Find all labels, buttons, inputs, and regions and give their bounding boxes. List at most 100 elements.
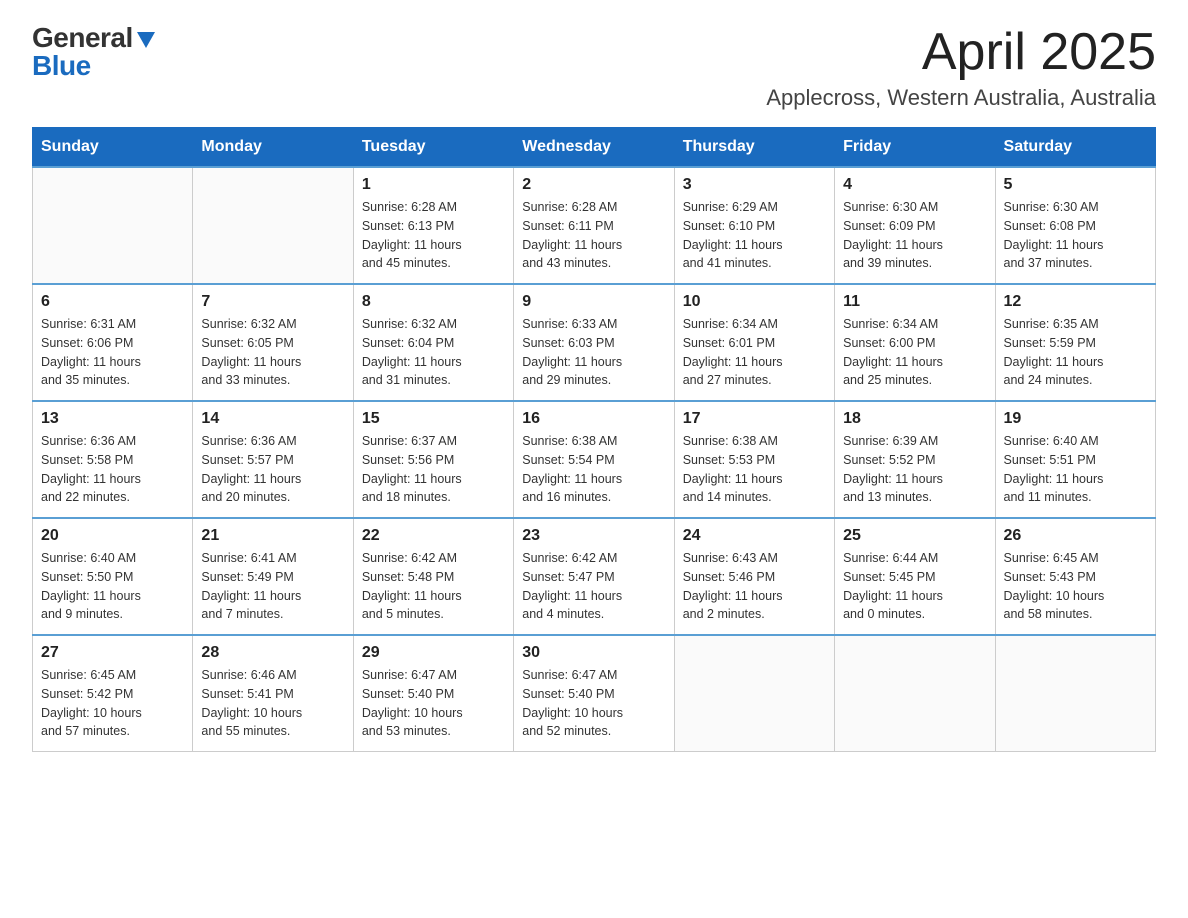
calendar-cell [193,167,353,284]
page-subtitle: Applecross, Western Australia, Australia [766,85,1156,111]
calendar-cell: 12 Sunrise: 6:35 AM Sunset: 5:59 PM Dayli… [995,284,1155,401]
calendar-cell: 22 Sunrise: 6:42 AM Sunset: 5:48 PM Dayli… [353,518,513,635]
calendar-cell: 13 Sunrise: 6:36 AM Sunset: 5:58 PM Dayli… [33,401,193,518]
calendar-cell: 15 Sunrise: 6:37 AM Sunset: 5:56 PM Dayli… [353,401,513,518]
day-header-friday: Friday [835,128,995,168]
day-number: 13 [41,410,184,428]
day-header-thursday: Thursday [674,128,834,168]
calendar-cell: 8Sunrise: 6:32 AM Sunset: 6:04 PM Daylig… [353,284,513,401]
title-section: April 2025 Applecross, Western Australia… [766,24,1156,111]
calendar-cell: 30 Sunrise: 6:47 AM Sunset: 5:40 PM Dayli… [514,635,674,752]
calendar-cell: 29 Sunrise: 6:47 AM Sunset: 5:40 PM Dayli… [353,635,513,752]
calendar-cell: 23 Sunrise: 6:42 AM Sunset: 5:47 PM Dayli… [514,518,674,635]
calendar-cell: 19 Sunrise: 6:40 AM Sunset: 5:51 PM Dayli… [995,401,1155,518]
calendar-cell: 26 Sunrise: 6:45 AM Sunset: 5:43 PM Dayli… [995,518,1155,635]
calendar-header: SundayMondayTuesdayWednesdayThursdayFrid… [33,128,1156,168]
day-header-wednesday: Wednesday [514,128,674,168]
day-header-monday: Monday [193,128,353,168]
calendar-cell: 1Sunrise: 6:28 AM Sunset: 6:13 PM Daylig… [353,167,513,284]
calendar-cell: 5 Sunrise: 6:30 AM Sunset: 6:08 PM Daylig… [995,167,1155,284]
day-info: Sunrise: 6:28 AM Sunset: 6:11 PM Dayligh… [522,198,665,273]
day-number: 20 [41,527,184,545]
day-info: Sunrise: 6:38 AM Sunset: 5:54 PM Dayligh… [522,432,665,507]
day-info: Sunrise: 6:41 AM Sunset: 5:49 PM Dayligh… [201,549,344,624]
logo-general: General [32,24,133,52]
calendar-cell [33,167,193,284]
day-number: 5 [1004,176,1147,194]
day-number: 24 [683,527,826,545]
day-number: 25 [843,527,986,545]
day-info: Sunrise: 6:29 AM Sunset: 6:10 PM Dayligh… [683,198,826,273]
calendar-header-row: SundayMondayTuesdayWednesdayThursdayFrid… [33,128,1156,168]
calendar-cell: 7 Sunrise: 6:32 AM Sunset: 6:05 PM Daylig… [193,284,353,401]
calendar-cell: 24 Sunrise: 6:43 AM Sunset: 5:46 PM Dayli… [674,518,834,635]
calendar-cell: 14 Sunrise: 6:36 AM Sunset: 5:57 PM Dayli… [193,401,353,518]
day-info: Sunrise: 6:40 AM Sunset: 5:50 PM Dayligh… [41,549,184,624]
day-info: Sunrise: 6:33 AM Sunset: 6:03 PM Dayligh… [522,315,665,390]
logo: General Blue [32,24,157,80]
day-info: Sunrise: 6:30 AM Sunset: 6:09 PM Dayligh… [843,198,986,273]
day-number: 4 [843,176,986,194]
calendar-week-1: 1Sunrise: 6:28 AM Sunset: 6:13 PM Daylig… [33,167,1156,284]
calendar-cell: 6Sunrise: 6:31 AM Sunset: 6:06 PM Daylig… [33,284,193,401]
calendar-cell: 11 Sunrise: 6:34 AM Sunset: 6:00 PM Dayli… [835,284,995,401]
calendar-cell [674,635,834,752]
day-number: 28 [201,644,344,662]
day-number: 26 [1004,527,1147,545]
calendar-cell: 9 Sunrise: 6:33 AM Sunset: 6:03 PM Daylig… [514,284,674,401]
calendar-cell: 28 Sunrise: 6:46 AM Sunset: 5:41 PM Dayli… [193,635,353,752]
day-info: Sunrise: 6:42 AM Sunset: 5:47 PM Dayligh… [522,549,665,624]
day-info: Sunrise: 6:35 AM Sunset: 5:59 PM Dayligh… [1004,315,1147,390]
day-info: Sunrise: 6:30 AM Sunset: 6:08 PM Dayligh… [1004,198,1147,273]
day-info: Sunrise: 6:36 AM Sunset: 5:58 PM Dayligh… [41,432,184,507]
day-info: Sunrise: 6:47 AM Sunset: 5:40 PM Dayligh… [522,666,665,741]
day-number: 30 [522,644,665,662]
day-info: Sunrise: 6:43 AM Sunset: 5:46 PM Dayligh… [683,549,826,624]
calendar-cell [835,635,995,752]
calendar-cell [995,635,1155,752]
day-number: 22 [362,527,505,545]
day-info: Sunrise: 6:36 AM Sunset: 5:57 PM Dayligh… [201,432,344,507]
day-number: 16 [522,410,665,428]
calendar-cell: 10Sunrise: 6:34 AM Sunset: 6:01 PM Dayli… [674,284,834,401]
day-info: Sunrise: 6:47 AM Sunset: 5:40 PM Dayligh… [362,666,505,741]
day-info: Sunrise: 6:40 AM Sunset: 5:51 PM Dayligh… [1004,432,1147,507]
calendar-cell: 25 Sunrise: 6:44 AM Sunset: 5:45 PM Dayli… [835,518,995,635]
day-number: 11 [843,293,986,311]
calendar-week-5: 27Sunrise: 6:45 AM Sunset: 5:42 PM Dayli… [33,635,1156,752]
day-number: 2 [522,176,665,194]
day-info: Sunrise: 6:34 AM Sunset: 6:01 PM Dayligh… [683,315,826,390]
day-number: 9 [522,293,665,311]
day-info: Sunrise: 6:38 AM Sunset: 5:53 PM Dayligh… [683,432,826,507]
day-info: Sunrise: 6:44 AM Sunset: 5:45 PM Dayligh… [843,549,986,624]
day-number: 7 [201,293,344,311]
page-header: General Blue April 2025 Applecross, West… [32,24,1156,111]
day-number: 14 [201,410,344,428]
day-number: 8 [362,293,505,311]
calendar-cell: 27Sunrise: 6:45 AM Sunset: 5:42 PM Dayli… [33,635,193,752]
day-number: 27 [41,644,184,662]
day-info: Sunrise: 6:42 AM Sunset: 5:48 PM Dayligh… [362,549,505,624]
calendar-body: 1Sunrise: 6:28 AM Sunset: 6:13 PM Daylig… [33,167,1156,752]
calendar-cell: 17 Sunrise: 6:38 AM Sunset: 5:53 PM Dayli… [674,401,834,518]
day-info: Sunrise: 6:32 AM Sunset: 6:05 PM Dayligh… [201,315,344,390]
day-number: 3 [683,176,826,194]
day-number: 17 [683,410,826,428]
day-number: 23 [522,527,665,545]
calendar-week-2: 6Sunrise: 6:31 AM Sunset: 6:06 PM Daylig… [33,284,1156,401]
day-number: 29 [362,644,505,662]
day-number: 19 [1004,410,1147,428]
day-number: 15 [362,410,505,428]
day-info: Sunrise: 6:31 AM Sunset: 6:06 PM Dayligh… [41,315,184,390]
day-info: Sunrise: 6:46 AM Sunset: 5:41 PM Dayligh… [201,666,344,741]
calendar-table: SundayMondayTuesdayWednesdayThursdayFrid… [32,127,1156,752]
day-info: Sunrise: 6:37 AM Sunset: 5:56 PM Dayligh… [362,432,505,507]
day-number: 12 [1004,293,1147,311]
day-info: Sunrise: 6:45 AM Sunset: 5:43 PM Dayligh… [1004,549,1147,624]
page-title: April 2025 [766,24,1156,81]
calendar-cell: 3 Sunrise: 6:29 AM Sunset: 6:10 PM Daylig… [674,167,834,284]
calendar-cell: 20 Sunrise: 6:40 AM Sunset: 5:50 PM Dayli… [33,518,193,635]
calendar-week-4: 20 Sunrise: 6:40 AM Sunset: 5:50 PM Dayli… [33,518,1156,635]
day-info: Sunrise: 6:34 AM Sunset: 6:00 PM Dayligh… [843,315,986,390]
logo-blue: Blue [32,52,91,80]
